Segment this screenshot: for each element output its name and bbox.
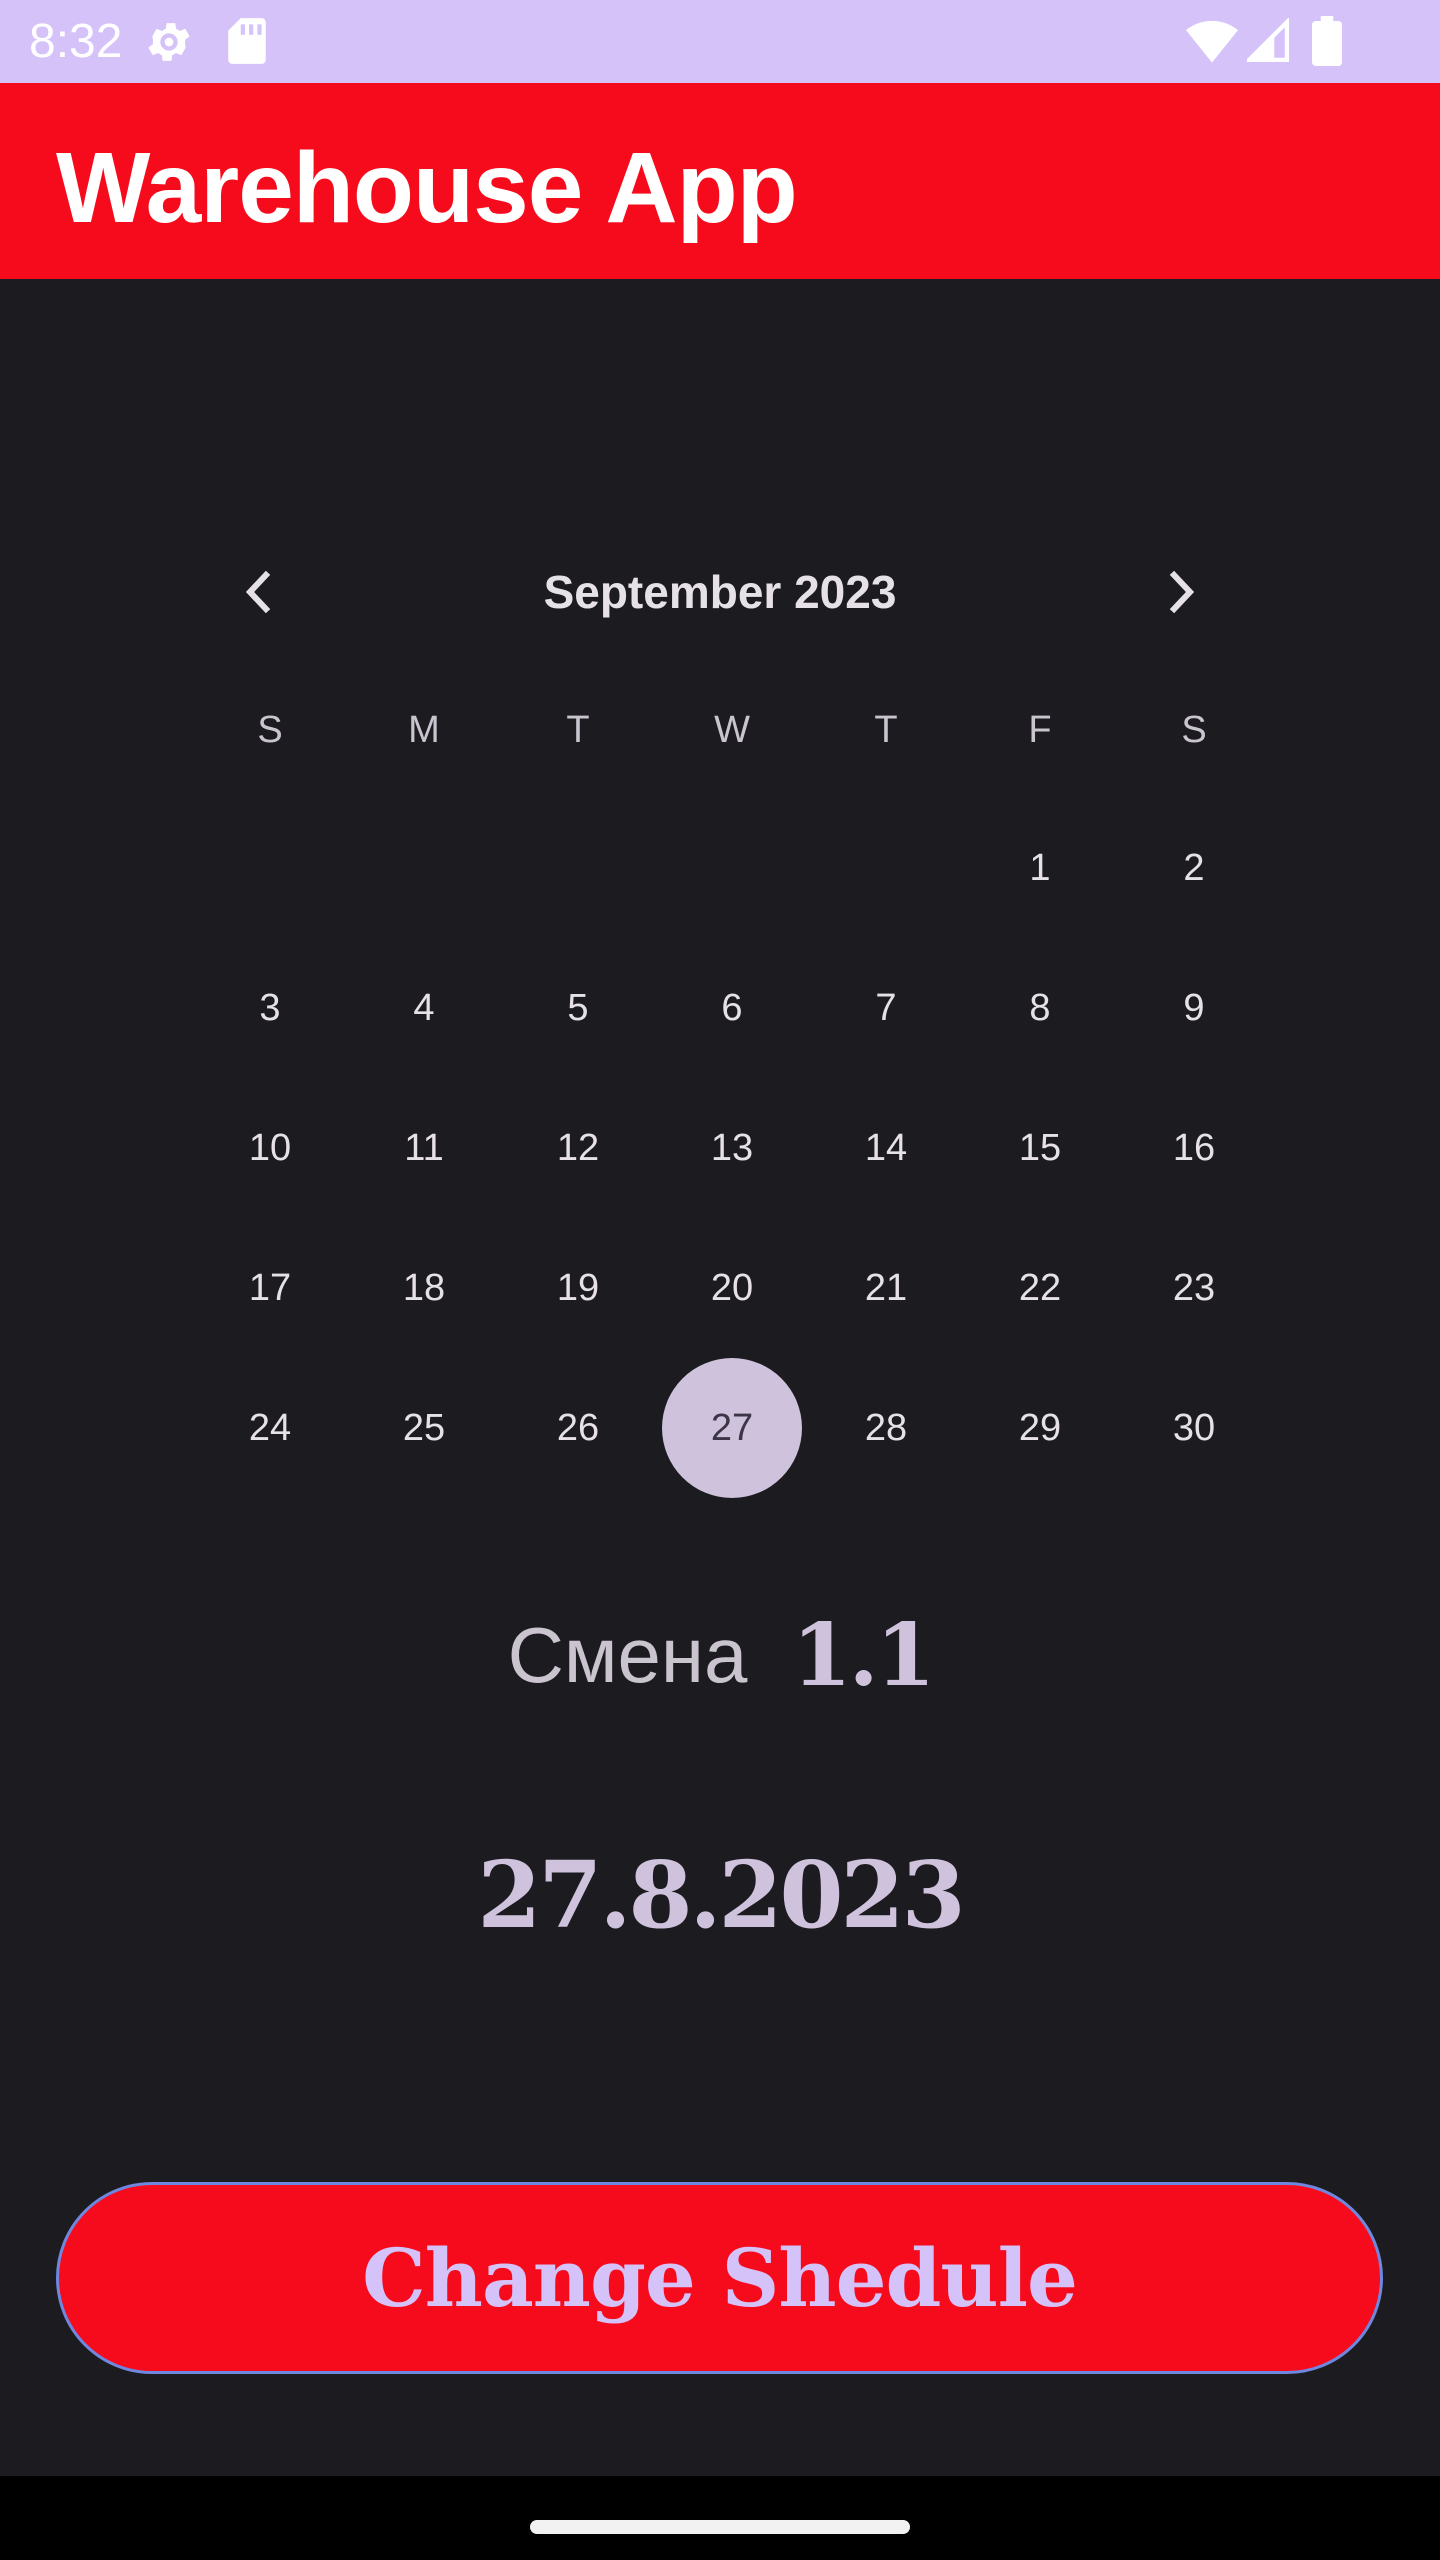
calendar-day[interactable]: 1 — [970, 798, 1110, 938]
selected-date-display: 27.8.2023 — [477, 1841, 965, 1949]
calendar-day[interactable]: 28 — [816, 1358, 956, 1498]
calendar-day[interactable]: 5 — [508, 938, 648, 1078]
weekday-label: S — [257, 709, 283, 751]
calendar-day[interactable]: 3 — [200, 938, 340, 1078]
calendar-day[interactable]: 11 — [354, 1078, 494, 1218]
shift-value: 1.1 — [791, 1605, 936, 1706]
calendar-day[interactable]: 17 — [200, 1218, 340, 1358]
calendar-day[interactable]: 8 — [970, 938, 1110, 1078]
calendar-day[interactable]: 9 — [1124, 938, 1264, 1078]
weekday-label: T — [874, 709, 898, 751]
calendar-day[interactable]: 22 — [970, 1218, 1110, 1358]
calendar-day[interactable]: 19 — [508, 1218, 648, 1358]
system-navigation-bar — [0, 2476, 1440, 2560]
month-label: September 2023 — [543, 566, 897, 618]
weekday-label: M — [408, 709, 440, 751]
status-time: 8:32 — [29, 15, 123, 68]
calendar-day[interactable]: 29 — [970, 1358, 1110, 1498]
weekday-label: F — [1028, 709, 1052, 751]
calendar-day[interactable]: 7 — [816, 938, 956, 1078]
home-gesture-handle[interactable] — [530, 2520, 910, 2534]
calendar-day[interactable]: 6 — [662, 938, 802, 1078]
status-bar: 8:32 — [0, 0, 1440, 83]
calendar-day[interactable]: 12 — [508, 1078, 648, 1218]
calendar-day[interactable]: 30 — [1124, 1358, 1264, 1498]
chevron-right-icon — [1169, 570, 1195, 614]
calendar-day[interactable]: 24 — [200, 1358, 340, 1498]
calendar-day[interactable]: 21 — [816, 1218, 956, 1358]
calendar-day[interactable]: 26 — [508, 1358, 648, 1498]
weekday-label: T — [566, 709, 590, 751]
calendar-day[interactable]: 16 — [1124, 1078, 1264, 1218]
sd-card-icon — [228, 18, 266, 64]
calendar-day[interactable]: 2 — [1124, 798, 1264, 938]
calendar-day[interactable]: 10 — [200, 1078, 340, 1218]
calendar-day[interactable]: 13 — [662, 1078, 802, 1218]
calendar-day[interactable]: 14 — [816, 1078, 956, 1218]
calendar-day[interactable]: 25 — [354, 1358, 494, 1498]
battery-icon — [1312, 16, 1342, 66]
change-schedule-button[interactable]: Change Shedule — [56, 2182, 1383, 2374]
weekday-label: S — [1181, 709, 1207, 751]
weekday-label: W — [714, 709, 750, 751]
wifi-icon — [1186, 20, 1238, 63]
next-month-button[interactable] — [1154, 545, 1210, 639]
shift-label: Смена — [507, 1611, 748, 1699]
calendar-day[interactable]: 20 — [662, 1218, 802, 1358]
change-schedule-button-label: Change Shedule — [362, 2231, 1078, 2325]
settings-gear-icon — [148, 23, 190, 61]
app-bar: Warehouse App — [0, 83, 1440, 279]
app-title: Warehouse App — [56, 132, 798, 244]
calendar-day-selected[interactable]: 27 — [662, 1358, 802, 1498]
calendar-day[interactable]: 23 — [1124, 1218, 1264, 1358]
calendar-day[interactable]: 15 — [970, 1078, 1110, 1218]
calendar-day[interactable]: 4 — [354, 938, 494, 1078]
shift-row: Смена 1.1 — [0, 1605, 1440, 1715]
cell-signal-icon — [1247, 18, 1289, 62]
calendar-day[interactable]: 18 — [354, 1218, 494, 1358]
